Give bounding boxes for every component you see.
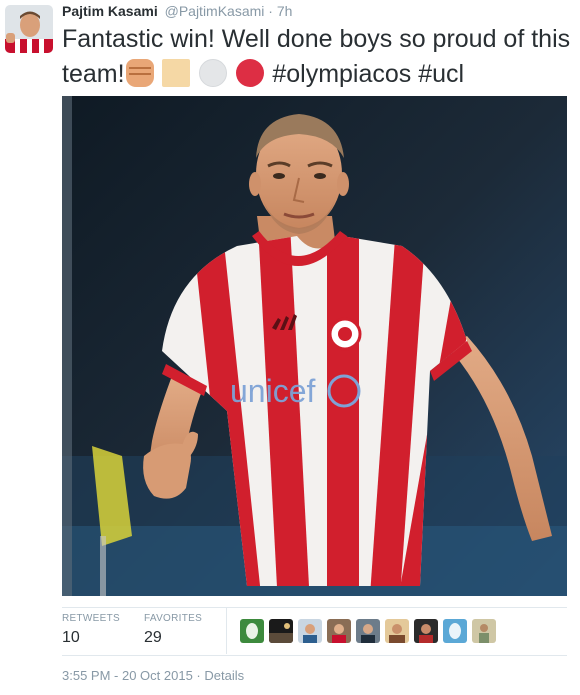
favoriter-avatar-3[interactable]: [298, 619, 322, 643]
stats-separator: [226, 608, 227, 654]
favoriter-avatar-8[interactable]: [443, 619, 467, 643]
favorites-label: FAVORITES: [144, 613, 203, 624]
favoriter-avatar-6[interactable]: [385, 619, 409, 643]
player-photo-illustration: unicef: [62, 96, 567, 596]
hashtag-olympiacos[interactable]: #olympiacos: [272, 60, 411, 88]
user-avatar[interactable]: [5, 5, 53, 53]
stats-bottom-divider: [62, 655, 567, 656]
details-link[interactable]: Details: [204, 668, 244, 683]
retweets-stat[interactable]: RETWEETS 10: [62, 613, 120, 648]
tweet-text: Fantastic win! Well done boys so proud o…: [62, 22, 577, 92]
tweet-header: Pajtim Kasami @PajtimKasami · 7h: [62, 3, 292, 19]
white-circle-emoji: [199, 59, 228, 87]
red-circle-emoji: [236, 59, 265, 87]
footer-separator: ·: [196, 668, 201, 683]
tweet-timestamp[interactable]: 3:55 PM - 20 Oct 2015: [62, 668, 193, 683]
favoriter-avatar-2[interactable]: [269, 619, 293, 643]
fist-emoji: [125, 59, 154, 87]
favorites-stat[interactable]: FAVORITES 29: [144, 613, 202, 648]
hashtag-ucl[interactable]: #ucl: [418, 60, 464, 88]
tweet-time[interactable]: 7h: [277, 3, 293, 19]
stats-top-divider: [62, 607, 567, 608]
shirt-sponsor-text: unicef: [230, 373, 316, 409]
tweet-photo[interactable]: unicef: [62, 96, 567, 596]
retweets-count: 10: [62, 629, 80, 646]
favoriter-avatar-5[interactable]: [356, 619, 380, 643]
header-separator: ·: [268, 3, 273, 19]
square-emoji: [162, 59, 191, 87]
fullname[interactable]: Pajtim Kasami: [62, 3, 158, 19]
retweets-label: RETWEETS: [62, 613, 120, 624]
favoriter-avatar-1[interactable]: [240, 619, 264, 643]
favoriter-avatar-7[interactable]: [414, 619, 438, 643]
favorites-count: 29: [144, 629, 162, 646]
username[interactable]: @PajtimKasami: [165, 3, 265, 19]
favoriter-avatar-4[interactable]: [327, 619, 351, 643]
tweet: Pajtim Kasami @PajtimKasami · 7h Fantast…: [0, 0, 580, 695]
favoriter-avatar-9[interactable]: [472, 619, 496, 643]
tweet-footer: 3:55 PM - 20 Oct 2015 · Details: [62, 668, 244, 684]
